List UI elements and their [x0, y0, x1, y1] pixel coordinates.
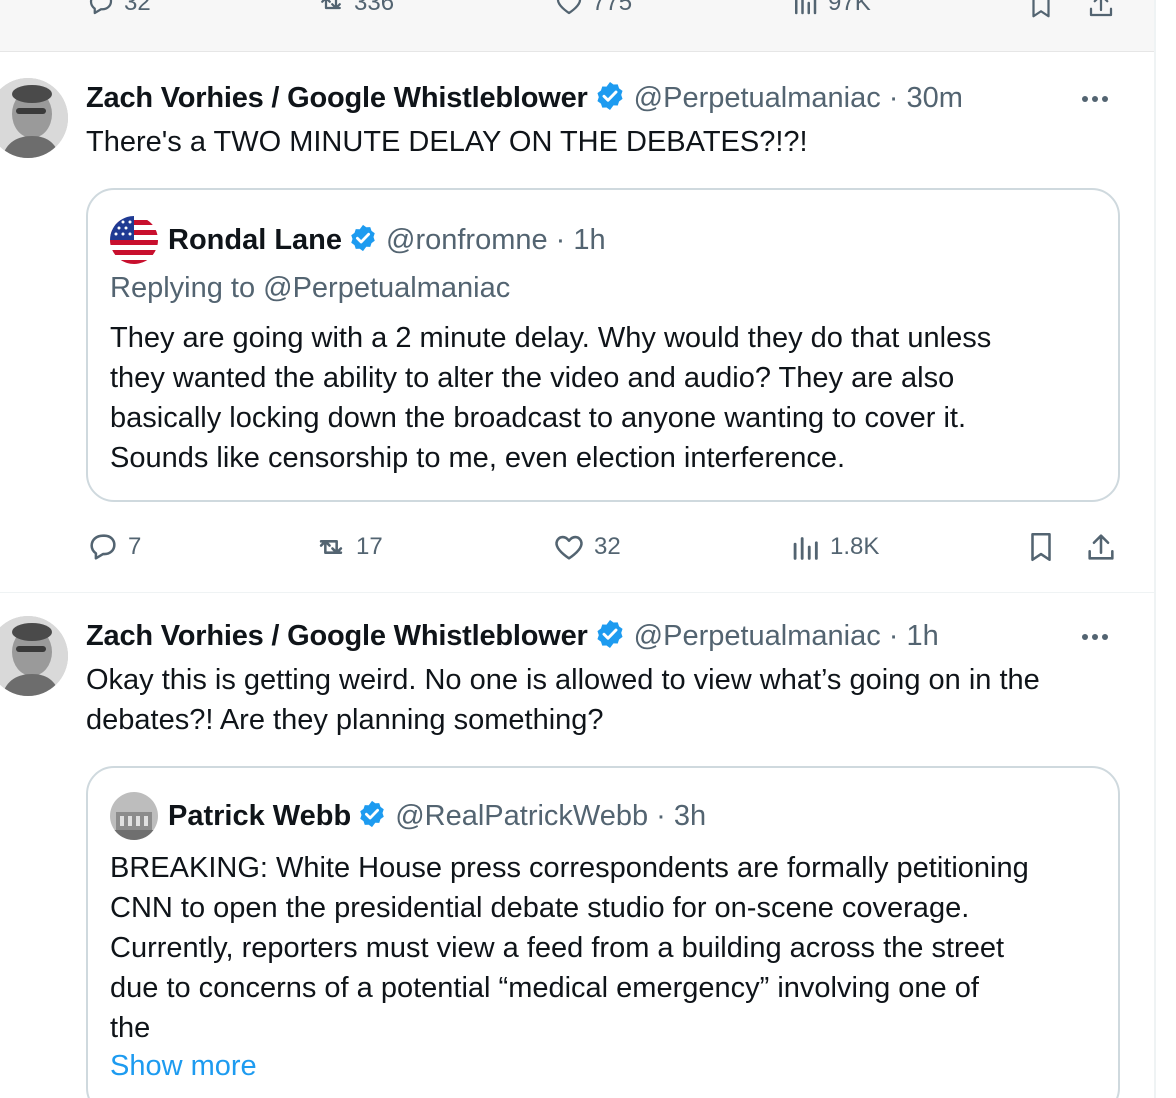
like-button[interactable]: 32 [552, 530, 621, 564]
reply-icon [89, 0, 113, 15]
tweet-text: Okay this is getting weird. No one is al… [86, 660, 1126, 740]
quoted-tweet-text: BREAKING: White House press corresponden… [110, 848, 1110, 1048]
quoted-text-line: basically locking down the broadcast to … [110, 402, 966, 434]
quoted-author-name: Patrick Webb [168, 799, 352, 832]
avatar[interactable] [0, 616, 68, 696]
bookmark-button[interactable] [1024, 530, 1058, 564]
author-name[interactable]: Zach Vorhies / Google Whistleblower [86, 620, 588, 653]
like-button[interactable]: 775 [554, 0, 632, 18]
verified-badge-icon [594, 80, 626, 117]
tweet-text: There's a TWO MINUTE DELAY ON THE DEBATE… [86, 126, 808, 158]
quoted-avatar [110, 216, 158, 264]
repost-button[interactable]: 336 [316, 0, 394, 18]
quoted-author-handle: @RealPatrickWebb [395, 799, 649, 832]
flag-avatar-icon [110, 216, 158, 264]
tweet-header: Zach Vorhies / Google Whistleblower @Per… [86, 616, 939, 656]
more-options-icon[interactable] [1082, 634, 1108, 640]
verified-badge-icon [594, 618, 626, 655]
column-border [1154, 0, 1156, 1098]
quoted-tweet-text: They are going with a 2 minute delay. Wh… [110, 318, 1100, 478]
quoted-author-name: Rondal Lane [168, 223, 343, 256]
bookmark-icon [1032, 0, 1050, 18]
tweet-header: Zach Vorhies / Google Whistleblower @Per… [86, 78, 963, 118]
repost-icon [319, 540, 343, 554]
tweet-divider [0, 592, 1154, 593]
reply-button[interactable]: 7 [86, 530, 141, 564]
quoted-avatar [110, 792, 158, 840]
tweet-time[interactable]: · 1h [889, 620, 939, 653]
quoted-text-line: They are going with a 2 minute delay. Wh… [110, 322, 992, 354]
quoted-text-line: they wanted the ability to alter the vid… [110, 362, 955, 394]
share-button[interactable] [1086, 0, 1116, 20]
bookmark-icon [1031, 532, 1051, 562]
author-handle[interactable]: @Perpetualmaniac [634, 620, 881, 653]
avatar-image [0, 78, 68, 158]
heart-icon [555, 535, 583, 560]
analytics-icon [795, 0, 817, 15]
views-button[interactable]: 97K [790, 0, 871, 18]
quoted-text-line: CNN to open the presidential debate stud… [110, 892, 970, 924]
heart-icon [556, 0, 582, 15]
reply-count: 32 [124, 0, 151, 16]
quoted-text-line: Sounds like censorship to me, even elect… [110, 442, 846, 474]
quoted-tweet[interactable]: Rondal Lane @ronfromne · 1h Replying to … [86, 188, 1120, 502]
share-icon [1088, 534, 1114, 560]
analytics-icon [793, 537, 818, 560]
reply-icon [90, 534, 116, 560]
building-avatar-icon [110, 792, 158, 840]
author-name[interactable]: Zach Vorhies / Google Whistleblower [86, 82, 588, 115]
share-button[interactable] [1084, 530, 1118, 564]
replying-to: Replying to @Perpetualmaniac [110, 272, 511, 304]
views-button[interactable]: 1.8K [788, 530, 879, 564]
views-count: 1.8K [830, 533, 880, 560]
repost-count: 336 [354, 0, 395, 16]
author-handle[interactable]: @Perpetualmaniac [634, 82, 881, 115]
more-options-icon[interactable] [1082, 96, 1108, 102]
quoted-author-handle: @ronfromne [386, 223, 548, 256]
verified-badge-icon [357, 799, 387, 834]
repost-icon [321, 0, 341, 10]
quoted-tweet-time: · 3h [656, 799, 707, 832]
quoted-tweet-time: · 1h [555, 223, 606, 256]
timeline: 32 336 775 97K Zach Vorhies / Google Whi… [0, 0, 1176, 1098]
like-count: 775 [592, 0, 633, 16]
avatar[interactable] [0, 78, 68, 158]
previous-tweet-actions: 32 336 775 97K [0, 0, 1156, 52]
quoted-text-line: Currently, reporters must view a feed fr… [110, 932, 1005, 964]
tweet-text-line: Okay this is getting weird. No one is al… [86, 664, 1040, 696]
quoted-tweet-header: Patrick Webb @RealPatrickWebb · 3h [110, 792, 706, 840]
show-more-link[interactable]: Show more [110, 1050, 257, 1083]
quoted-tweet[interactable]: Patrick Webb @RealPatrickWebb · 3h BREAK… [86, 766, 1120, 1098]
repost-count: 17 [356, 533, 383, 560]
share-icon [1089, 0, 1113, 17]
quoted-text-line: due to concerns of a potential “medical … [110, 972, 979, 1004]
verified-badge-icon [348, 223, 378, 258]
quoted-text-line: the [110, 1012, 151, 1044]
reply-count: 7 [128, 533, 142, 560]
tweet-time[interactable]: · 30m [889, 82, 963, 115]
tweet-text-line: debates?! Are they planning something? [86, 704, 604, 736]
repost-button[interactable]: 17 [314, 530, 383, 564]
tweet-actions: 7 17 32 1.8K [0, 528, 1154, 568]
quoted-tweet-header: Rondal Lane @ronfromne · 1h [110, 216, 606, 264]
quoted-text-line: BREAKING: White House press corresponden… [110, 852, 1029, 884]
like-count: 32 [594, 533, 621, 560]
views-count: 97K [828, 0, 871, 16]
bookmark-button[interactable] [1026, 0, 1056, 20]
avatar-image [0, 616, 68, 696]
reply-button[interactable]: 32 [86, 0, 151, 18]
